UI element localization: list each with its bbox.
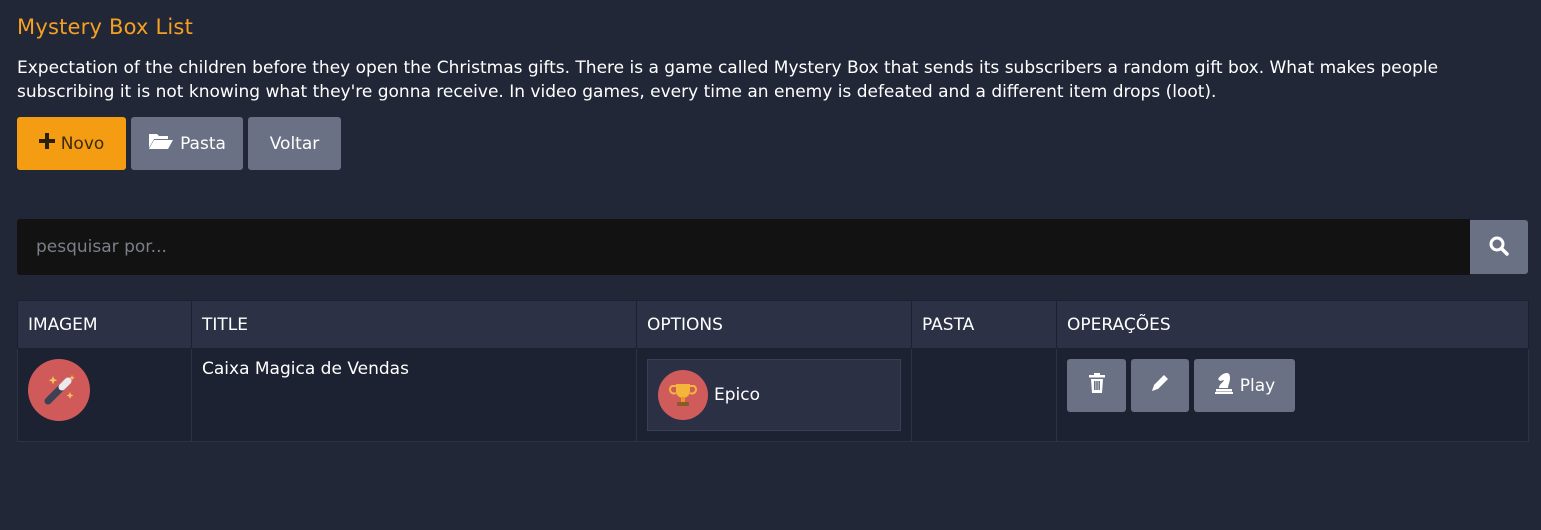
- operations-group: Play: [1067, 359, 1518, 412]
- table-row: Caixa Magica de Vendas Epico Play: [17, 348, 1529, 442]
- pencil-icon: [1150, 373, 1170, 398]
- page-title: Mystery Box List: [17, 15, 193, 39]
- column-header-image: IMAGEM: [17, 300, 192, 349]
- column-header-pasta: PASTA: [911, 300, 1057, 349]
- new-button-label: Novo: [60, 133, 105, 154]
- folder-open-icon: [148, 132, 174, 155]
- column-header-operations: OPERAÇÕES: [1056, 300, 1529, 349]
- search-button[interactable]: [1470, 220, 1528, 274]
- new-button[interactable]: Novo: [17, 117, 126, 170]
- trash-icon: [1088, 373, 1106, 398]
- option-label: Epico: [714, 385, 761, 405]
- search-input[interactable]: [17, 219, 1470, 275]
- table-header-row: IMAGEM TITLE OPTIONS PASTA OPERAÇÕES: [17, 300, 1529, 349]
- search-icon: [1489, 236, 1509, 259]
- pasta-cell: [911, 348, 1057, 442]
- magic-wand-icon: [28, 359, 90, 421]
- page-description: Expectation of the children before they …: [17, 58, 1439, 102]
- chess-knight-icon: [1214, 372, 1234, 399]
- edit-button[interactable]: [1131, 359, 1189, 412]
- option-chip[interactable]: Epico: [647, 359, 901, 431]
- play-button-label: Play: [1239, 375, 1276, 396]
- plus-icon: [38, 133, 55, 154]
- trophy-icon: [658, 370, 708, 420]
- title-cell: Caixa Magica de Vendas: [191, 348, 637, 442]
- options-cell: Epico: [636, 348, 912, 442]
- folder-button[interactable]: Pasta: [131, 117, 243, 170]
- column-header-title: TITLE: [191, 300, 637, 349]
- play-button[interactable]: Play: [1194, 359, 1295, 412]
- search-bar: [17, 219, 1528, 275]
- column-header-options: OPTIONS: [636, 300, 912, 349]
- operations-cell: Play: [1056, 348, 1529, 442]
- mystery-box-table: IMAGEM TITLE OPTIONS PASTA OPERAÇÕES Cai…: [17, 300, 1529, 442]
- back-button[interactable]: Voltar: [248, 117, 341, 170]
- back-button-label: Voltar: [269, 133, 320, 154]
- delete-button[interactable]: [1067, 359, 1126, 412]
- toolbar: Novo Pasta Voltar: [17, 117, 341, 170]
- image-cell: [17, 348, 192, 442]
- folder-button-label: Pasta: [180, 133, 226, 154]
